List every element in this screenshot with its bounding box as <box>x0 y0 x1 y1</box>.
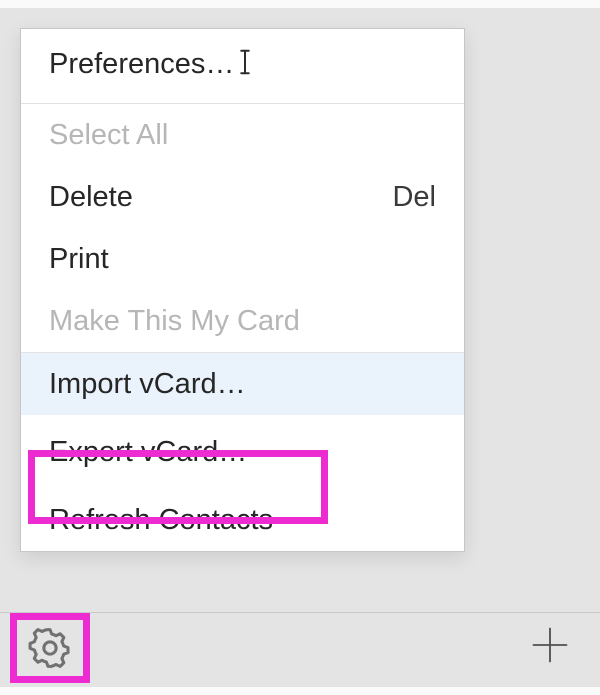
menu-item-label: Export vCard… <box>49 436 436 469</box>
menu-item-label: Refresh Contacts <box>49 504 436 537</box>
menu-item-select-all: Select All <box>21 104 464 166</box>
menu-item-preferences[interactable]: Preferences… <box>21 29 464 103</box>
plus-icon <box>528 623 572 672</box>
add-button[interactable] <box>528 625 572 669</box>
menu-item-export-vcard[interactable]: Export vCard… <box>21 415 464 489</box>
menu-section-vcard: Import vCard… Export vCard… Refresh Cont… <box>21 352 464 551</box>
menu-section-preferences: Preferences… <box>21 29 464 103</box>
menu-item-refresh-contacts[interactable]: Refresh Contacts <box>21 489 464 551</box>
menu-section-edit: Select All Delete Del Print Make This My… <box>21 103 464 352</box>
menu-item-import-vcard[interactable]: Import vCard… <box>21 353 464 415</box>
settings-menu: Preferences… Select All Delete Del Print… <box>20 28 465 552</box>
text-cursor-icon <box>236 47 254 85</box>
menu-item-label: Make This My Card <box>49 305 436 338</box>
menu-item-label: Select All <box>49 119 436 152</box>
bottom-toolbar <box>0 612 600 687</box>
menu-item-label: Import vCard… <box>49 368 436 401</box>
menu-item-label: Print <box>49 243 436 276</box>
menu-item-make-my-card: Make This My Card <box>21 290 464 352</box>
menu-item-label: Delete <box>49 181 376 214</box>
menu-item-print[interactable]: Print <box>21 228 464 290</box>
gear-icon[interactable] <box>27 625 73 671</box>
annotation-gear-highlight <box>10 613 90 683</box>
app-window: Preferences… Select All Delete Del Print… <box>0 0 600 695</box>
menu-item-delete[interactable]: Delete Del <box>21 166 464 228</box>
menu-item-shortcut: Del <box>392 181 436 214</box>
menu-item-label: Preferences… <box>49 47 436 85</box>
